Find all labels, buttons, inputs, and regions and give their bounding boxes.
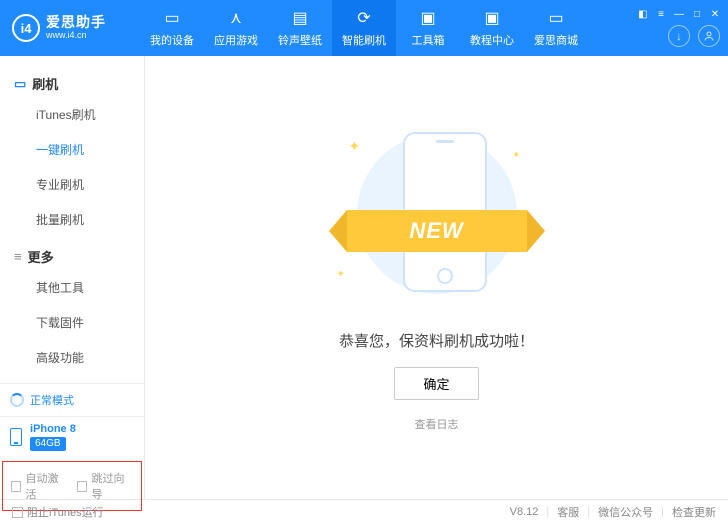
skip-guide-checkbox[interactable]: 跳过向导	[77, 470, 133, 502]
minimize-icon[interactable]: —	[674, 9, 684, 19]
sidebar-item-pro-flash[interactable]: 专业刷机	[0, 167, 144, 202]
toolbox-icon: ▣	[418, 8, 438, 28]
phone-outline-icon: ▭	[14, 76, 26, 92]
nav-my-device[interactable]: ▭我的设备	[140, 0, 204, 56]
auto-activate-checkbox[interactable]: 自动激活	[11, 470, 67, 502]
flash-icon: ⟳	[354, 8, 374, 28]
main-nav: ▭我的设备 ⋏应用游戏 ▤铃声壁纸 ⟳智能刷机 ▣工具箱 ▣教程中心 ▭爱思商城	[140, 0, 588, 56]
device-model: iPhone 8	[30, 423, 76, 435]
star-icon: ✦	[337, 269, 345, 280]
ringtone-icon: ▤	[290, 8, 310, 28]
block-itunes-checkbox[interactable]: 阻止iTunes运行	[12, 504, 104, 520]
nav-flash[interactable]: ⟳智能刷机	[332, 0, 396, 56]
star-icon: ✦	[512, 150, 520, 161]
star-icon: ✦	[349, 138, 361, 155]
logo: i4 爱思助手 www.i4.cn	[12, 14, 140, 42]
new-banner: NEW	[347, 210, 527, 252]
support-link[interactable]: 客服	[557, 504, 579, 520]
more-icon: ≡	[14, 249, 22, 264]
user-button[interactable]	[698, 25, 720, 47]
device-icon: ▭	[162, 8, 182, 28]
app-header: i4 爱思助手 www.i4.cn ▭我的设备 ⋏应用游戏 ▤铃声壁纸 ⟳智能刷…	[0, 0, 728, 56]
menu-icon[interactable]: ≡	[656, 9, 666, 19]
success-illustration: ✦ ✦ ✦ NEW	[327, 124, 547, 314]
sidebar-device[interactable]: iPhone 8 64GB	[0, 416, 144, 459]
nav-tutorials[interactable]: ▣教程中心	[460, 0, 524, 56]
brand-site: www.i4.cn	[46, 31, 106, 41]
nav-apps[interactable]: ⋏应用游戏	[204, 0, 268, 56]
store-icon: ▭	[546, 8, 566, 28]
version-label: V8.12	[510, 506, 539, 518]
device-storage-badge: 64GB	[30, 437, 66, 451]
sidebar-group-more: ≡ 更多	[0, 243, 144, 270]
sidebar-status-label: 正常模式	[30, 392, 74, 408]
sidebar-item-advanced[interactable]: 高级功能	[0, 340, 144, 375]
wechat-link[interactable]: 微信公众号	[598, 504, 653, 520]
window-controls: ◧ ≡ — □ ✕ ↓	[638, 9, 720, 47]
nav-store[interactable]: ▭爱思商城	[524, 0, 588, 56]
download-button[interactable]: ↓	[668, 25, 690, 47]
spinner-icon	[10, 393, 24, 407]
sidebar-status[interactable]: 正常模式	[0, 383, 144, 416]
sidebar-item-one-click-flash[interactable]: 一键刷机	[0, 132, 144, 167]
nav-ringtones[interactable]: ▤铃声壁纸	[268, 0, 332, 56]
tutorial-icon: ▣	[482, 8, 502, 28]
skin-icon[interactable]: ◧	[638, 9, 648, 19]
close-icon[interactable]: ✕	[710, 9, 720, 19]
view-log-link[interactable]: 查看日志	[415, 416, 459, 432]
sidebar-item-batch-flash[interactable]: 批量刷机	[0, 202, 144, 237]
maximize-icon[interactable]: □	[692, 9, 702, 19]
sidebar-item-download-firmware[interactable]: 下载固件	[0, 305, 144, 340]
apps-icon: ⋏	[226, 8, 246, 28]
nav-toolbox[interactable]: ▣工具箱	[396, 0, 460, 56]
check-update-link[interactable]: 检查更新	[672, 504, 716, 520]
sidebar-item-other-tools[interactable]: 其他工具	[0, 270, 144, 305]
ok-button[interactable]: 确定	[394, 367, 478, 400]
logo-icon: i4	[12, 14, 40, 42]
phone-icon	[10, 428, 22, 446]
sidebar-item-itunes-flash[interactable]: iTunes刷机	[0, 97, 144, 132]
main-content: ✦ ✦ ✦ NEW 恭喜您，保资料刷机成功啦！ 确定 查看日志	[145, 56, 728, 499]
success-message: 恭喜您，保资料刷机成功啦！	[339, 330, 534, 351]
sidebar-group-flash: ▭ 刷机	[0, 70, 144, 97]
brand-name: 爱思助手	[46, 15, 106, 30]
sidebar: ▭ 刷机 iTunes刷机 一键刷机 专业刷机 批量刷机 ≡ 更多 其他工具 下…	[0, 56, 145, 499]
